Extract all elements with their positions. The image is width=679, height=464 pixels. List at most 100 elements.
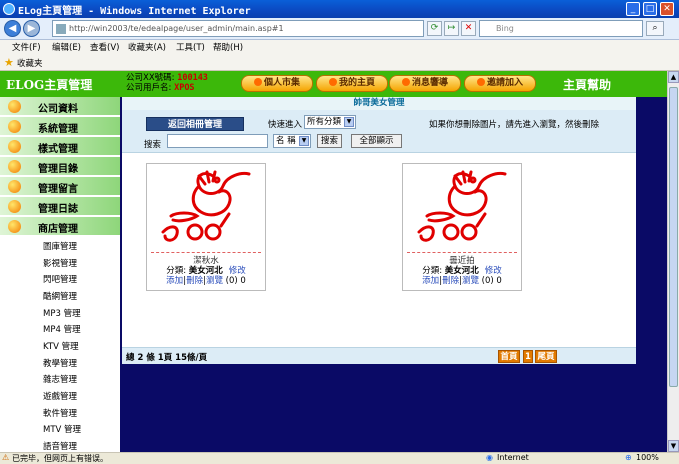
warning-icon[interactable]: ⚠	[2, 453, 9, 462]
back-to-albums-button[interactable]: 返回相冊管理	[146, 117, 244, 131]
elog-logo-image[interactable]	[151, 166, 261, 248]
sidebar-item-voice[interactable]: 語音管理	[43, 440, 77, 452]
scroll-up-icon[interactable]: ▲	[668, 71, 679, 83]
show-all-button[interactable]: 全部顯示	[351, 134, 402, 148]
search-input[interactable]: Bing	[479, 20, 643, 37]
bullet-icon	[253, 78, 262, 86]
sidebar-cat-messages[interactable]: 管理留言	[0, 177, 120, 196]
orb-icon	[8, 200, 21, 213]
page-title: 帥哥美女管理	[122, 97, 636, 110]
close-button[interactable]: ✕	[660, 2, 674, 16]
navigation-bar: ◀ ▶ http://win2003/te/edealpage/user_adm…	[0, 18, 679, 40]
page-icon	[56, 24, 66, 34]
photo-card: 曇近拍 分類: 美女河北 修改 添加|刪除|瀏覽 (0) 0	[402, 163, 522, 291]
chevron-down-icon: ▼	[344, 117, 354, 127]
sidebar-item-magazine[interactable]: 雜志管理	[43, 373, 77, 385]
menu-view[interactable]: 查看(V)	[90, 41, 119, 53]
sidebar-cat-diary[interactable]: 管理日誌	[0, 197, 120, 216]
menu-help[interactable]: 帮助(H)	[213, 41, 243, 53]
orb-icon	[8, 140, 21, 153]
sidebar-cat-store[interactable]: 商店管理	[0, 217, 120, 236]
menu-bar: 文件(F) 编辑(E) 查看(V) 收藏夹(A) 工具(T) 帮助(H)	[0, 40, 679, 54]
browse-link[interactable]: 瀏覽	[462, 276, 479, 286]
zone-text: Internet	[497, 453, 529, 462]
sidebar-cat-directory[interactable]: 管理目錄	[0, 157, 120, 176]
last-page-button[interactable]: 尾頁	[535, 350, 557, 363]
orb-icon	[8, 120, 21, 133]
card-divider	[407, 252, 517, 253]
delete-link[interactable]: 刪除	[186, 276, 203, 286]
favorites-label[interactable]: 收藏夹	[17, 57, 43, 69]
menu-edit[interactable]: 编辑(E)	[52, 41, 81, 53]
sidebar-cat-company[interactable]: 公司資料	[0, 97, 120, 116]
orb-icon	[8, 100, 21, 113]
vertical-scrollbar[interactable]: ▲ ▼	[667, 71, 679, 452]
browse-link[interactable]: 瀏覽	[206, 276, 223, 286]
category-select[interactable]: 所有分類 ▼	[304, 115, 356, 129]
personal-market-button[interactable]: 個人市集	[241, 75, 313, 92]
sidebar-item-flash[interactable]: 閃吧管理	[43, 273, 77, 285]
search-placeholder: Bing	[496, 24, 514, 33]
menu-file[interactable]: 文件(F)	[12, 41, 41, 53]
back-icon[interactable]: ◀	[4, 20, 21, 37]
add-link[interactable]: 添加	[166, 276, 183, 286]
status-bar: ⚠ 已完毕，但网页上有错误。 ◉ Internet ⊕ 100%	[0, 452, 679, 463]
sidebar-item-gallery[interactable]: 圖庫管理	[43, 240, 77, 252]
keyword-input[interactable]	[167, 134, 268, 148]
menu-favorites[interactable]: 收藏夹(A)	[128, 41, 166, 53]
sidebar-cat-system[interactable]: 系統管理	[0, 117, 120, 136]
page-1-button[interactable]: 1	[523, 350, 533, 363]
orb-icon	[8, 220, 21, 233]
main-panel: 帥哥美女管理 返回相冊管理 快速進入 所有分類 ▼ 如果你想刪除圖片，請先進入瀏…	[122, 97, 636, 364]
maximize-button[interactable]: □	[643, 2, 657, 16]
invite-button[interactable]: 邀請加入	[464, 75, 536, 92]
sidebar: 公司資料 系統管理 樣式管理 管理目錄 管理留言 管理日誌 商店管理 圖庫管理 …	[0, 97, 120, 452]
zoom-level[interactable]: 100%	[636, 453, 659, 462]
scroll-thumb[interactable]	[669, 87, 678, 387]
search-button[interactable]: 搜索	[317, 134, 342, 148]
favorites-star-icon[interactable]: ★	[4, 56, 14, 69]
web-page: ELOG主頁管理 公司XX號碼: 100143 公司用戶名: XPOS 個人市集…	[0, 71, 667, 452]
minimize-button[interactable]: _	[626, 2, 640, 16]
sidebar-item-mp4[interactable]: MP4 管理	[43, 323, 81, 335]
favorites-bar: ★ 收藏夹	[0, 54, 679, 71]
window-title-bar[interactable]: ELog主頁管理 - Windows Internet Explorer _ □…	[0, 0, 679, 18]
sidebar-item-mtv[interactable]: MTV 管理	[43, 423, 81, 435]
stop-icon[interactable]: ✕	[461, 21, 476, 36]
globe-icon: ◉	[486, 453, 493, 462]
bullet-icon	[328, 78, 337, 86]
ie-icon	[3, 3, 15, 15]
sidebar-item-teaching[interactable]: 教學管理	[43, 357, 77, 369]
sidebar-cat-style[interactable]: 樣式管理	[0, 137, 120, 156]
zoom-icon[interactable]: ⊕	[625, 453, 632, 462]
delete-link[interactable]: 刪除	[442, 276, 459, 286]
sidebar-item-mp3[interactable]: MP3 管理	[43, 307, 81, 319]
sidebar-item-video[interactable]: 影視管理	[43, 257, 77, 269]
pagination-bar: 總 2 條 1頁 15條/頁 首頁 1 尾頁	[122, 347, 636, 364]
forward-icon[interactable]: ▶	[23, 20, 40, 37]
sidebar-item-games[interactable]: 遊戲管理	[43, 390, 77, 402]
photo-card: 潔秋水 分類: 美女河北 修改 添加|刪除|瀏覽 (0) 0	[146, 163, 266, 291]
first-page-button[interactable]: 首頁	[498, 350, 520, 363]
delete-hint: 如果你想刪除圖片，請先進入瀏覽，然後刪除	[429, 120, 600, 130]
elog-logo-image[interactable]	[407, 166, 517, 248]
menu-tools[interactable]: 工具(T)	[176, 41, 205, 53]
search-icon[interactable]: ⌕	[646, 21, 664, 36]
message-guide-button[interactable]: 消息響導	[389, 75, 461, 92]
address-bar[interactable]: http://win2003/te/edealpage/user_admin/m…	[52, 20, 424, 37]
user-value: XPOS	[174, 83, 195, 93]
help-link[interactable]: 主頁幫助	[563, 76, 611, 93]
sidebar-item-cool[interactable]: 酷網管理	[43, 290, 77, 302]
field-select[interactable]: 名 稱 ▼	[273, 134, 311, 148]
toolbar: 返回相冊管理 快速進入 所有分類 ▼ 如果你想刪除圖片，請先進入瀏覽，然後刪除 …	[122, 110, 636, 153]
add-link[interactable]: 添加	[422, 276, 439, 286]
scroll-down-icon[interactable]: ▼	[668, 440, 679, 452]
refresh-icon[interactable]: ⟳	[427, 21, 442, 36]
sidebar-item-ktv[interactable]: KTV 管理	[43, 340, 79, 352]
go-icon[interactable]: ↦	[444, 21, 459, 36]
sidebar-item-software[interactable]: 軟件管理	[43, 407, 77, 419]
my-homepage-button[interactable]: 我的主頁	[316, 75, 388, 92]
orb-icon	[8, 180, 21, 193]
orb-icon	[8, 160, 21, 173]
total-count: 總 2 條 1頁 15條/頁	[126, 353, 208, 363]
